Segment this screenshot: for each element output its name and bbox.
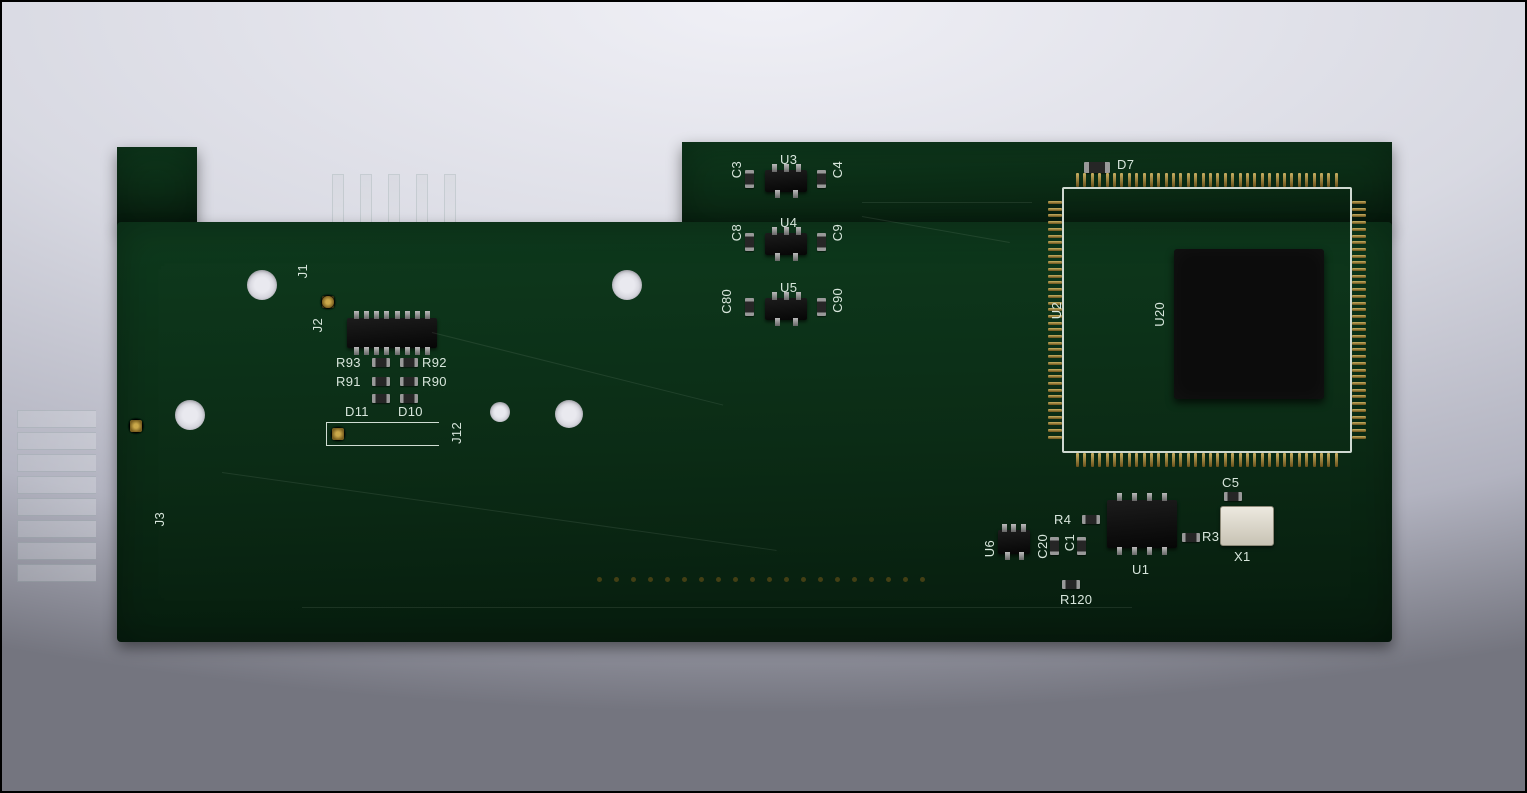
mounting-hole	[555, 400, 583, 428]
edge-connector-j3-ghost	[17, 410, 96, 582]
u20-chip	[1174, 249, 1324, 399]
c3	[745, 170, 754, 188]
d11	[372, 394, 390, 403]
via-row	[597, 577, 925, 582]
soic-near-j2	[347, 318, 437, 348]
u4	[765, 233, 807, 255]
d7	[1084, 162, 1110, 173]
c1	[1077, 537, 1086, 555]
c90	[817, 298, 826, 316]
d10	[400, 394, 418, 403]
c80	[745, 298, 754, 316]
r120	[1062, 580, 1080, 589]
c20	[1050, 537, 1059, 555]
mounting-hole	[490, 402, 510, 422]
r4	[1082, 515, 1100, 524]
u2-pins-right	[1352, 201, 1366, 439]
3d-viewport[interactable]: J1 J2 R93 R92 R91 R90 D11 D10 J12 J3 C3 …	[0, 0, 1527, 793]
r91	[372, 377, 390, 386]
u6	[998, 530, 1030, 554]
c4	[817, 170, 826, 188]
mounting-hole	[612, 270, 642, 300]
x1	[1220, 506, 1274, 546]
u5	[765, 298, 807, 320]
c5	[1224, 492, 1242, 501]
r93	[372, 358, 390, 367]
u3	[765, 170, 807, 192]
u2-pins-top	[1076, 173, 1338, 187]
u1	[1107, 500, 1177, 548]
r92	[400, 358, 418, 367]
r3	[1182, 533, 1200, 542]
u2-pins-left	[1048, 201, 1062, 439]
u2-pins-bottom	[1076, 453, 1338, 467]
pcb-tab	[117, 147, 197, 227]
u2-outline	[1062, 187, 1352, 453]
mounting-hole	[175, 400, 205, 430]
mounting-hole	[247, 270, 277, 300]
c8	[745, 233, 754, 251]
c9	[817, 233, 826, 251]
r90	[400, 377, 418, 386]
silk-outline-j12	[326, 422, 439, 446]
